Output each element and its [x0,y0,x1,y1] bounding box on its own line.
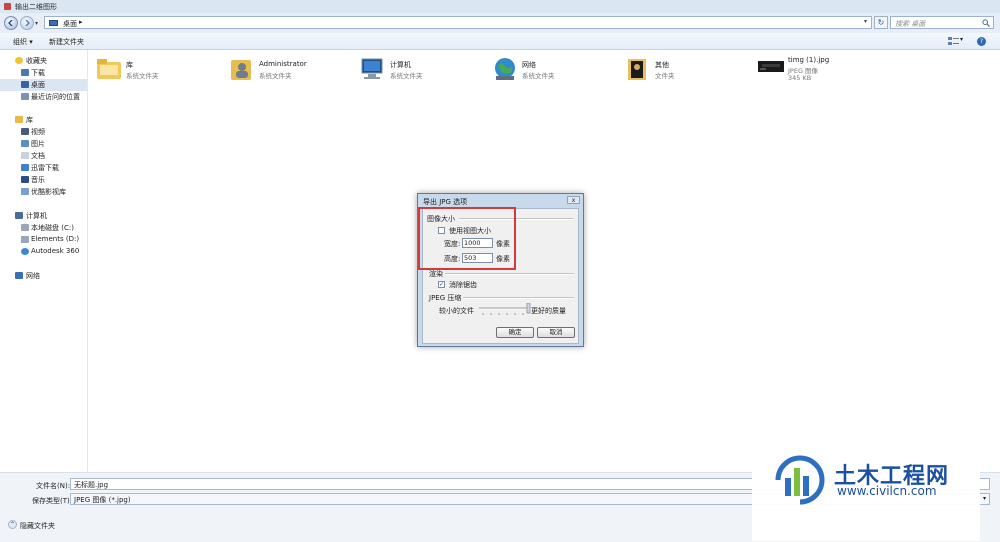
chevron-down-icon[interactable]: ▾ [983,495,986,502]
sidebar-item-libraries[interactable]: 库 [0,114,87,126]
address-dropdown-icon[interactable]: ▾ [864,18,867,25]
file-item-computer[interactable]: 计算机 系统文件夹 [360,56,490,86]
ok-button[interactable]: 确定 [496,327,534,338]
sidebar-item-computer[interactable]: 计算机 [0,210,87,222]
watermark: 土木工程网 www.civilcn.com [752,420,980,541]
window-title: 输出二维图形 [15,3,57,11]
file-item-other[interactable]: 其他 文件夹 [625,56,755,86]
back-button[interactable] [4,16,18,30]
file-item-network[interactable]: 网络 系统文件夹 [492,56,622,86]
sidebar-item-pictures[interactable]: 图片 [0,138,87,150]
search-icon[interactable] [982,19,990,27]
sidebar-item-videos[interactable]: 视频 [0,126,87,138]
computer-icon [361,58,383,79]
app-icon [4,3,11,10]
breadcrumb-desktop[interactable]: 桌面 [63,19,77,29]
highlight-annotation-box [418,207,516,270]
sidebar-item-music[interactable]: 音乐 [0,174,87,186]
file-item-libraries[interactable]: 库 系统文件夹 [96,56,226,86]
sidebar-item-documents[interactable]: 文档 [0,150,87,162]
address-bar[interactable]: 桌面 ▸ ▾ [44,16,872,29]
window-title-bar: 输出二维图形 [0,0,1000,14]
toolbar: 组织 ▾ 新建文件夹 ▾ ? [0,33,1000,50]
sidebar-item-network[interactable]: 网络 [0,270,87,282]
pictures-icon [21,140,29,147]
breadcrumb-chevron-icon[interactable]: ▸ [79,18,83,26]
user-folder-icon [231,60,251,80]
filename-label: 文件名(N): [36,482,71,490]
desktop-icon [21,81,29,88]
smaller-file-label: 较小的文件 [439,307,474,315]
sidebar-item-recent[interactable]: 最近访问的位置 [0,91,87,103]
refresh-button[interactable]: ↻ [874,16,888,29]
forward-button[interactable] [20,16,34,30]
sidebar-item-drive-d[interactable]: Elements (D:) [0,234,87,246]
search-input[interactable]: 搜索 桌面 [890,16,994,29]
sidebar-item-favorites[interactable]: 收藏夹 [0,55,87,67]
sidebar-item-drive-c[interactable]: 本地磁盘 (C:) [0,222,87,234]
network-globe-icon [495,58,515,80]
computer-icon [15,212,23,219]
search-placeholder: 搜索 桌面 [895,20,926,28]
recent-places-icon [21,93,29,100]
dialog-title: 导出 JPG 选项 [423,198,468,206]
sidebar-item-autodesk360[interactable]: Autodesk 360 [0,246,87,258]
cancel-button[interactable]: 取消 [537,327,575,338]
file-item-administrator[interactable]: Administrator 系统文件夹 [229,56,359,86]
compression-slider[interactable] [477,303,531,316]
view-dropdown-icon[interactable]: ▾ [960,36,963,43]
dialog-close-button[interactable]: x [567,196,580,204]
new-folder-button[interactable]: 新建文件夹 [49,37,84,47]
cloud-icon [21,248,29,255]
filetype-label: 保存类型(T): [32,497,73,505]
collapse-arrow-icon[interactable]: ⌃ [8,520,17,529]
render-group-label: 渲染 [429,270,443,278]
youku-library-icon [21,188,29,195]
help-button[interactable]: ? [977,37,986,46]
watermark-url: www.civilcn.com [837,484,937,498]
music-icon [21,176,29,183]
library-folder-icon [97,59,121,79]
local-disk-icon [21,224,29,231]
antialias-checkbox[interactable]: ✓ [438,281,445,288]
navigation-pane: 收藏夹 下载 桌面 最近访问的位置 库 视频 图片 文档 迅雷下载 音乐 优酷影… [0,50,88,472]
download-folder-icon [21,69,29,76]
sidebar-item-thunder[interactable]: 迅雷下载 [0,162,87,174]
library-icon [15,116,23,123]
network-icon [15,272,23,279]
better-quality-label: 更好的质量 [531,307,566,315]
file-item-timg-jpg[interactable]: timg (1).jpg JPEG 图像 345 KB [758,54,888,84]
drive-icon [21,236,29,243]
change-view-icon[interactable] [948,37,959,45]
forward-arrow-icon [25,20,30,26]
desktop-location-icon [49,20,58,26]
recent-pages-dropdown[interactable]: ▾ [35,20,38,27]
civilcn-logo-icon [775,455,825,505]
jpeg-compression-group-label: JPEG 压缩 [429,294,462,302]
video-icon [21,128,29,135]
antialias-label: 消除锯齿 [449,281,477,289]
jpg-thumbnail-icon [758,61,784,72]
organize-button[interactable]: 组织 ▾ [13,37,33,47]
sidebar-item-desktop[interactable]: 桌面 [0,79,87,91]
sidebar-item-downloads[interactable]: 下载 [0,67,87,79]
folder-icon [628,59,646,80]
back-arrow-icon [8,20,13,26]
documents-icon [21,152,29,159]
thunder-download-icon [21,164,29,171]
sidebar-item-youku[interactable]: 优酷影视库 [0,186,87,198]
star-icon [15,57,23,64]
